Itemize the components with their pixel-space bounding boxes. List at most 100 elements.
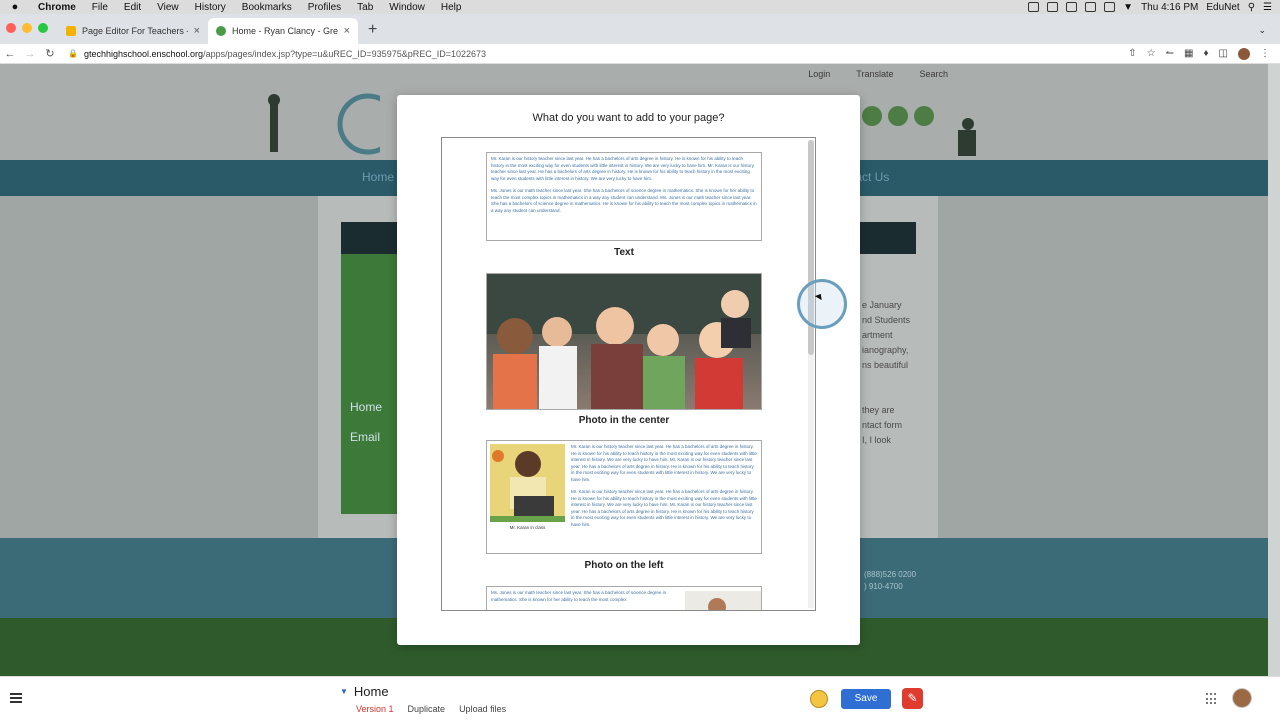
side-panel-icon[interactable]: ◫ xyxy=(1219,48,1228,59)
menubar-clock[interactable]: Thu 4:16 PM xyxy=(1141,2,1198,13)
sample-paragraph: Mr. Karan is our history teacher since l… xyxy=(571,489,757,527)
browser-tab-home[interactable]: Home - Ryan Clancy - GreenT × xyxy=(208,18,358,44)
spotlight-search-icon[interactable]: ⚲ xyxy=(1248,2,1255,13)
address-bar[interactable]: 🔒 gtechhighschool.enschool.org/apps/page… xyxy=(68,49,486,59)
status-tray: ▼ Thu 4:16 PM EduNet ⚲ ☰ xyxy=(1028,2,1280,13)
children-photo-illustration xyxy=(487,274,761,409)
edit-pen-icon[interactable]: ✎ xyxy=(902,688,923,709)
page-editor-bar: ▼ Home Version 1 Duplicate Upload files … xyxy=(0,676,1280,720)
apps-grid-icon[interactable] xyxy=(1206,693,1218,705)
close-tab-icon[interactable]: × xyxy=(194,25,200,37)
search-link[interactable]: Search xyxy=(919,69,948,79)
bookmark-star-icon[interactable]: ☆ xyxy=(1147,48,1156,59)
tab-search-chevron-icon[interactable]: ⌄ xyxy=(1244,25,1280,44)
duplicate-link[interactable]: Duplicate xyxy=(408,704,446,714)
minimize-window-button[interactable] xyxy=(22,23,32,33)
apple-menu-icon[interactable]: ● xyxy=(0,1,30,13)
footer-fax: ) 910-4700 xyxy=(864,582,903,591)
back-button[interactable]: ← xyxy=(0,48,20,60)
menu-bookmarks[interactable]: Bookmarks xyxy=(234,2,300,13)
sample-paragraph: Mr. Karan is our history teacher since l… xyxy=(491,156,754,181)
page-name: Home xyxy=(353,684,389,699)
browser-tab-page-editor[interactable]: Page Editor For Teachers - Go × xyxy=(58,18,208,44)
control-center-icon[interactable]: ☰ xyxy=(1263,2,1272,13)
body-line: e January xyxy=(862,300,902,310)
close-window-button[interactable] xyxy=(6,23,16,33)
menu-window[interactable]: Window xyxy=(381,2,433,13)
option-text-preview[interactable]: Mr. Karan is our history teacher since l… xyxy=(486,152,762,241)
tray-app-icon[interactable] xyxy=(1104,2,1116,12)
version-link[interactable]: Version 1 xyxy=(356,704,394,714)
modal-scrollbar[interactable] xyxy=(808,140,814,608)
twitter-icon[interactable] xyxy=(888,106,908,126)
extension-icon[interactable]: ↼ xyxy=(1166,48,1174,59)
social-icons xyxy=(862,106,934,126)
cursor-highlight xyxy=(797,279,847,329)
sample-paragraph: Mr. Karan is our history teacher since l… xyxy=(571,444,757,482)
option-photo-left-label[interactable]: Photo on the left xyxy=(442,560,806,571)
zoom-window-button[interactable] xyxy=(38,23,48,33)
tray-app-icon[interactable] xyxy=(1028,2,1040,12)
page-actions: Version 1 Duplicate Upload files xyxy=(356,704,506,714)
browser-menu-icon[interactable]: ⋮ xyxy=(1260,48,1270,59)
site-sidebar xyxy=(341,254,397,514)
option-photo-center-label[interactable]: Photo in the center xyxy=(442,415,806,426)
extension-icon[interactable]: ▦ xyxy=(1184,48,1193,59)
dropdown-triangle-icon[interactable]: ▼ xyxy=(340,687,348,696)
menu-profiles[interactable]: Profiles xyxy=(300,2,349,13)
body-line: nd Students xyxy=(862,315,911,325)
page-selector[interactable]: ▼ Home xyxy=(340,684,389,699)
content-options-list[interactable]: Mr. Karan is our history teacher since l… xyxy=(441,137,816,611)
extensions-puzzle-icon[interactable]: ♦ xyxy=(1203,48,1208,59)
sidebar-link-home[interactable]: Home xyxy=(350,400,382,414)
translate-link[interactable]: Translate xyxy=(856,69,893,79)
menu-file[interactable]: File xyxy=(84,2,116,13)
new-tab-button[interactable]: + xyxy=(358,21,387,44)
add-content-modal: What do you want to add to your page? Mr… xyxy=(397,95,860,645)
upload-files-link[interactable]: Upload files xyxy=(459,704,506,714)
site-body-text: e January nd Students artment ianography… xyxy=(862,298,922,448)
lock-icon[interactable]: 🔒 xyxy=(68,49,78,58)
tray-app-icon[interactable] xyxy=(1066,2,1078,12)
macos-menu-bar: ● Chrome File Edit View History Bookmark… xyxy=(0,0,1280,14)
option-photo-left-preview[interactable]: Mr. Karan in class Mr. Karan is our hist… xyxy=(486,440,762,554)
menu-tab[interactable]: Tab xyxy=(349,2,381,13)
facebook-icon[interactable] xyxy=(862,106,882,126)
menu-view[interactable]: View xyxy=(149,2,187,13)
user-avatar[interactable] xyxy=(1232,688,1252,708)
student-photo xyxy=(490,444,565,522)
page-scrollbar[interactable] xyxy=(1268,64,1280,676)
menubar-user[interactable]: EduNet xyxy=(1206,2,1239,13)
url-path: /apps/pages/index.jsp?type=u&uREC_ID=935… xyxy=(203,48,487,59)
student-photo-caption: Mr. Karan in class xyxy=(509,525,546,530)
tray-app-icon[interactable] xyxy=(1047,2,1059,12)
menu-edit[interactable]: Edit xyxy=(116,2,149,13)
tray-app-icon[interactable] xyxy=(1085,2,1097,12)
option-text-label[interactable]: Text xyxy=(442,247,806,258)
close-tab-icon[interactable]: × xyxy=(344,25,350,37)
option-photo-center-preview[interactable] xyxy=(486,273,762,410)
menu-help[interactable]: Help xyxy=(433,2,470,13)
modal-title: What do you want to add to your page? xyxy=(532,112,725,124)
wifi-icon[interactable]: ▼ xyxy=(1123,2,1133,13)
tab-title: Page Editor For Teachers - Go xyxy=(82,26,188,36)
site-nav-home[interactable]: Home xyxy=(362,170,394,184)
body-line: I, I look xyxy=(862,435,892,445)
reload-button[interactable]: ↻ xyxy=(40,47,60,60)
login-link[interactable]: Login xyxy=(808,69,830,79)
emoji-face-icon[interactable] xyxy=(810,690,828,708)
profile-avatar[interactable] xyxy=(1238,47,1250,60)
docs-favicon-icon xyxy=(66,26,76,36)
option-photo-right-preview[interactable]: Ms. Jones is our math teacher since last… xyxy=(486,586,762,610)
sidebar-link-email[interactable]: Email xyxy=(350,430,380,444)
youtube-icon[interactable] xyxy=(914,106,934,126)
save-button[interactable]: Save xyxy=(841,689,891,709)
hamburger-menu-icon[interactable] xyxy=(10,693,22,703)
forward-button[interactable]: → xyxy=(20,48,40,60)
teacher-photo-illustration xyxy=(685,591,761,610)
menu-app-name[interactable]: Chrome xyxy=(30,2,84,13)
share-icon[interactable]: ⇧ xyxy=(1128,48,1136,59)
footer-phone: (888)526 0200 xyxy=(864,570,917,579)
menu-history[interactable]: History xyxy=(187,2,234,13)
body-line: artment xyxy=(862,330,893,340)
